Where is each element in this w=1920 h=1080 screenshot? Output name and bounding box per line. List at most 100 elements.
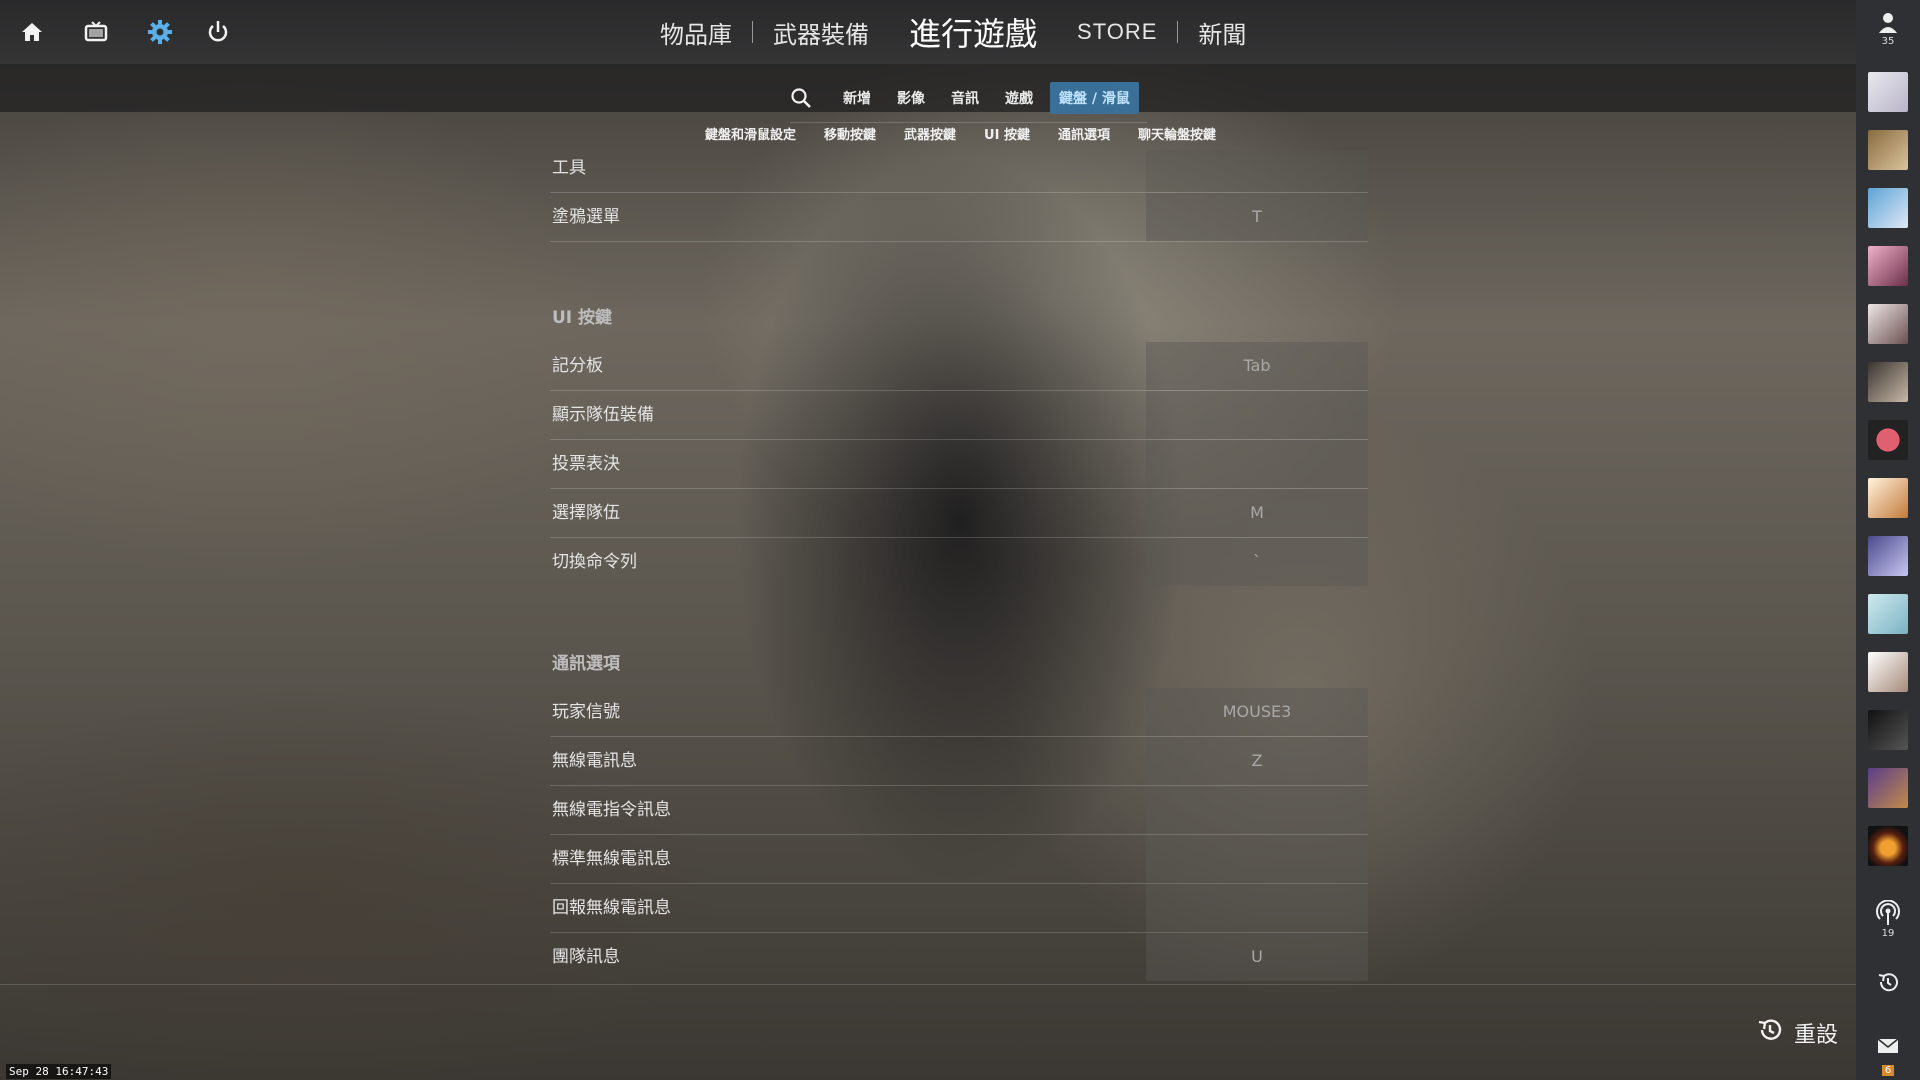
keybind-button[interactable] (1146, 440, 1368, 488)
section-link-weapon-keys[interactable]: 武器按鍵 (904, 124, 956, 143)
row-label: 無線電指令訊息 (552, 800, 671, 820)
section-header: 通訊選項 (550, 640, 1368, 688)
nav-loadout[interactable]: 武器裝備 (753, 15, 889, 50)
mail-button[interactable]: 6 (1856, 1038, 1920, 1077)
keybind-button[interactable] (1146, 786, 1368, 834)
reset-button[interactable]: 重設 (1756, 1016, 1838, 1050)
keybind-button[interactable] (1146, 391, 1368, 439)
list-item: 塗鴉選單 T (550, 193, 1368, 242)
nav-inventory[interactable]: 物品庫 (640, 15, 752, 50)
friends-count: 35 (1881, 36, 1895, 47)
nav-store[interactable]: STORE (1057, 19, 1177, 45)
section-title: UI 按鍵 (552, 308, 613, 328)
tab-keyboard-mouse[interactable]: 鍵盤 / 滑鼠 (1050, 82, 1139, 114)
nav-news[interactable]: 新聞 (1178, 15, 1266, 50)
section-link-movement-keys[interactable]: 移動按鍵 (824, 124, 876, 143)
home-icon[interactable] (18, 18, 46, 46)
keybind-list: 工具 塗鴉選單 T UI 按鍵 記分板 Tab 顯示隊伍裝備 投票表決 選擇隊伍… (550, 150, 1368, 981)
section-header: UI 按鍵 (550, 294, 1368, 342)
list-item: 顯示隊伍裝備 (550, 391, 1368, 440)
friend-avatar[interactable] (1868, 304, 1908, 344)
broadcast-icon (1876, 899, 1900, 925)
list-item: 回報無線電訊息 (550, 884, 1368, 933)
row-label: 投票表決 (552, 454, 620, 474)
friend-avatar[interactable] (1868, 768, 1908, 808)
tv-icon[interactable] (82, 18, 110, 46)
row-label: 記分板 (552, 356, 603, 376)
settings-gear-icon[interactable] (146, 18, 174, 46)
friend-avatar[interactable] (1868, 826, 1908, 866)
tab-new[interactable]: 新增 (834, 82, 880, 114)
keybind-button[interactable]: MOUSE3 (1146, 688, 1368, 736)
friend-avatar[interactable] (1868, 710, 1908, 750)
row-label: 顯示隊伍裝備 (552, 405, 654, 425)
row-label: 團隊訊息 (552, 947, 620, 967)
keybind-button[interactable]: M (1146, 489, 1368, 537)
tab-video[interactable]: 影像 (888, 82, 934, 114)
main-nav: 物品庫 武器裝備 進行遊戲 STORE 新聞 (640, 0, 1266, 64)
section-title: 通訊選項 (552, 654, 620, 674)
list-item: 切換命令列 ` (550, 538, 1368, 586)
keybind-button[interactable]: U (1146, 933, 1368, 981)
keybind-button[interactable]: T (1146, 193, 1368, 241)
search-icon[interactable] (790, 87, 812, 109)
tab-audio[interactable]: 音訊 (942, 82, 988, 114)
history-icon (1756, 1016, 1794, 1050)
keybind-button[interactable] (1146, 150, 1368, 192)
friend-avatar[interactable] (1868, 188, 1908, 228)
person-icon (1879, 13, 1897, 33)
friend-avatar[interactable] (1868, 536, 1908, 576)
row-label: 工具 (552, 158, 586, 178)
broadcast-count: 19 (1881, 928, 1895, 939)
row-label: 塗鴉選單 (552, 207, 620, 227)
mail-icon (1877, 1038, 1899, 1053)
clock-history-icon (1878, 973, 1898, 992)
friend-avatar[interactable] (1868, 130, 1908, 170)
top-bar: 物品庫 武器裝備 進行遊戲 STORE 新聞 (0, 0, 1856, 64)
row-label: 無線電訊息 (552, 751, 637, 771)
history-button[interactable] (1856, 970, 1920, 998)
list-item: 無線電指令訊息 (550, 786, 1368, 835)
row-label: 回報無線電訊息 (552, 898, 671, 918)
list-item: 選擇隊伍 M (550, 489, 1368, 538)
list-item: 投票表決 (550, 440, 1368, 489)
footer-divider (0, 984, 1856, 985)
row-label: 切換命令列 (552, 552, 637, 572)
friend-avatar[interactable] (1868, 652, 1908, 692)
section-link-communication[interactable]: 通訊選項 (1058, 124, 1110, 143)
reset-label: 重設 (1794, 1023, 1839, 1048)
timestamp: Sep 28 16:47:43 (6, 1064, 112, 1079)
section-nav: 鍵盤和滑鼠設定 移動按鍵 武器按鍵 UI 按鍵 通訊選項 聊天輪盤按鍵 (705, 124, 1244, 143)
tab-game[interactable]: 遊戲 (996, 82, 1042, 114)
friend-avatar[interactable] (1868, 594, 1908, 634)
keybind-button[interactable]: Z (1146, 737, 1368, 785)
friend-avatar[interactable] (1868, 362, 1908, 402)
friend-avatar[interactable] (1868, 478, 1908, 518)
friend-avatar[interactable] (1868, 420, 1908, 460)
list-item: 標準無線電訊息 (550, 835, 1368, 884)
list-item: 玩家信號 MOUSE3 (550, 688, 1368, 737)
row-label: 標準無線電訊息 (552, 849, 671, 869)
row-label: 玩家信號 (552, 702, 620, 722)
keybind-button[interactable]: Tab (1146, 342, 1368, 390)
keybind-button[interactable] (1146, 835, 1368, 883)
list-item: 團隊訊息 U (550, 933, 1368, 981)
friends-button[interactable]: 35 (1856, 10, 1920, 47)
power-icon[interactable] (204, 18, 232, 46)
section-link-chat-wheel[interactable]: 聊天輪盤按鍵 (1138, 124, 1216, 143)
list-item: 記分板 Tab (550, 342, 1368, 391)
broadcast-button[interactable]: 19 (1856, 899, 1920, 939)
friend-avatar[interactable] (1868, 246, 1908, 286)
row-label: 選擇隊伍 (552, 503, 620, 523)
friends-sidebar: 35 19 6 (1856, 0, 1920, 1080)
friend-avatar[interactable] (1868, 72, 1908, 112)
keybind-button[interactable] (1146, 884, 1368, 932)
nav-play[interactable]: 進行遊戲 (889, 9, 1057, 55)
mail-count-badge: 6 (1881, 1065, 1895, 1076)
keybind-button[interactable]: ` (1146, 538, 1368, 586)
section-link-keyboard-mouse-settings[interactable]: 鍵盤和滑鼠設定 (705, 124, 796, 143)
settings-subnav: 新增 影像 音訊 遊戲 鍵盤 / 滑鼠 (0, 64, 1856, 123)
section-link-ui-keys[interactable]: UI 按鍵 (984, 124, 1030, 143)
list-item: 無線電訊息 Z (550, 737, 1368, 786)
list-item: 工具 (550, 150, 1368, 193)
